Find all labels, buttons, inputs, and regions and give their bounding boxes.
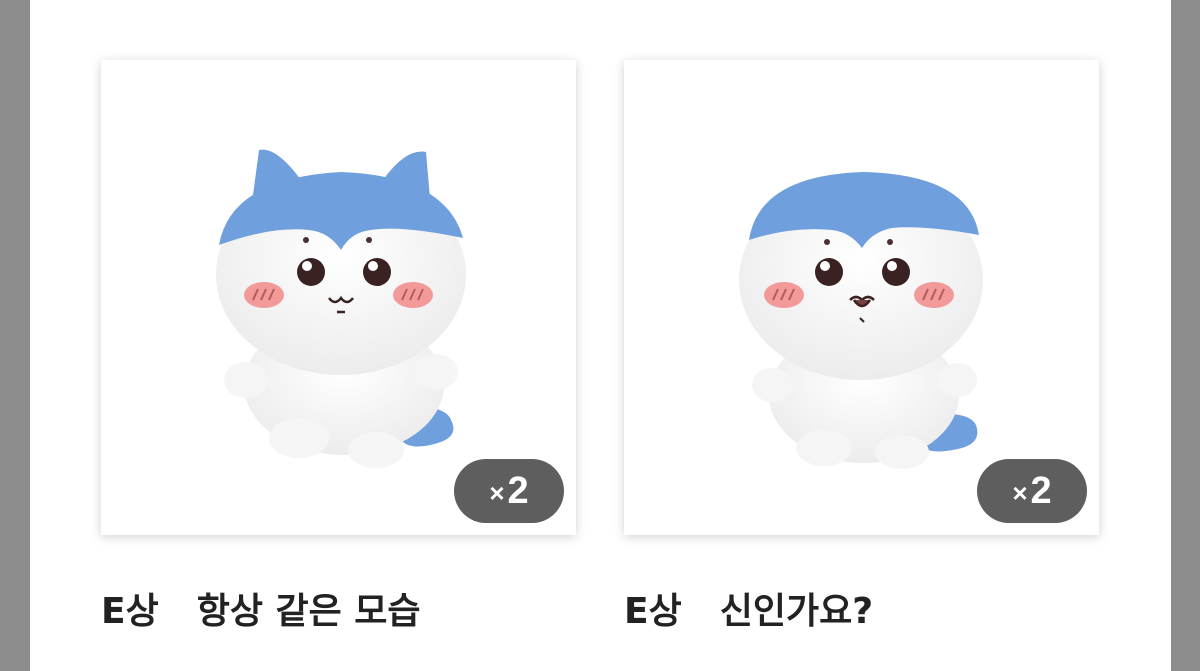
multiply-icon: × (1012, 477, 1028, 508)
quantity-value: 2 (507, 469, 529, 512)
prize-card[interactable]: × 2 (624, 60, 1099, 535)
prize-name: 항상 같은 모습 (196, 591, 421, 632)
prize-grade: E상 (101, 591, 159, 632)
multiply-icon: × (489, 477, 505, 508)
prize-list-page: × 2 × 2 E상 항상 같은 모습 E상 신인가요? (30, 0, 1171, 671)
quantity-badge: × 2 (977, 459, 1087, 523)
prize-grade: E상 (624, 591, 682, 632)
page-margin (1171, 0, 1200, 671)
prize-caption[interactable]: E상 항상 같은 모습 (101, 583, 421, 633)
prize-card[interactable]: × 2 (101, 60, 576, 535)
quantity-value: 2 (1030, 469, 1052, 512)
prize-name: 신인가요? (719, 591, 874, 632)
prize-caption[interactable]: E상 신인가요? (624, 583, 873, 633)
quantity-badge: × 2 (454, 459, 564, 523)
